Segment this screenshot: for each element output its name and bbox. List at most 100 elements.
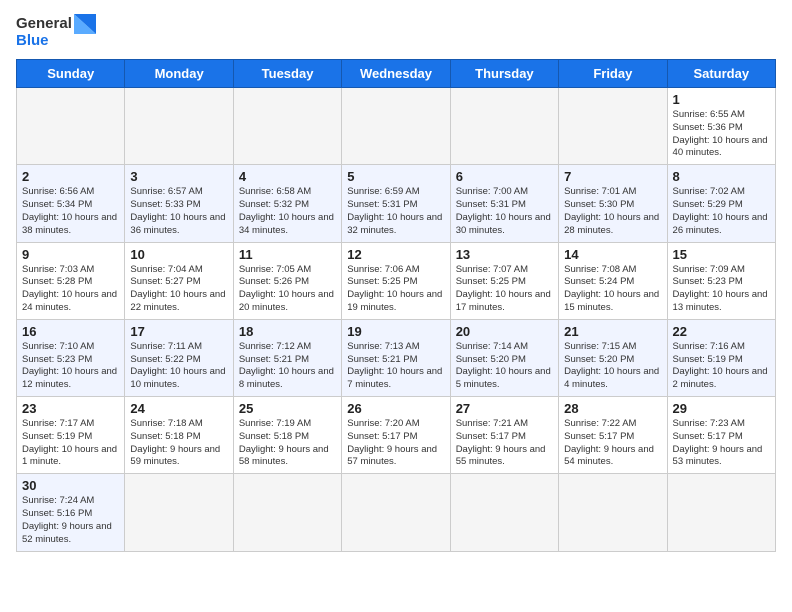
day-number: 21 [564, 324, 661, 339]
calendar-cell: 14Sunrise: 7:08 AM Sunset: 5:24 PM Dayli… [559, 242, 667, 319]
cell-text: Sunrise: 7:20 AM Sunset: 5:17 PM Dayligh… [347, 418, 444, 469]
cell-text: Sunrise: 7:15 AM Sunset: 5:20 PM Dayligh… [564, 341, 661, 392]
cell-text: Sunrise: 6:56 AM Sunset: 5:34 PM Dayligh… [22, 186, 119, 237]
calendar-cell: 7 Sunrise: 7:01 AM Sunset: 5:30 PM Daylig… [559, 165, 667, 242]
day-number: 12 [347, 247, 444, 262]
calendar-cell: 13 Sunrise: 7:07 AM Sunset: 5:25 PM Dayli… [450, 242, 558, 319]
calendar-cell [342, 474, 450, 551]
calendar-cell: 16 Sunrise: 7:10 AM Sunset: 5:23 PM Dayli… [17, 319, 125, 396]
cell-text: Sunrise: 6:58 AM Sunset: 5:32 PM Dayligh… [239, 186, 336, 237]
cell-text: Sunrise: 6:55 AM Sunset: 5:36 PM Dayligh… [673, 109, 770, 160]
day-number: 4 [239, 169, 336, 184]
day-number: 27 [456, 401, 553, 416]
cell-text: Sunrise: 7:05 AM Sunset: 5:26 PM Dayligh… [239, 264, 336, 315]
weekday-header-monday: Monday [125, 60, 233, 88]
calendar-cell: 28Sunrise: 7:22 AM Sunset: 5:17 PM Dayli… [559, 397, 667, 474]
day-number: 15 [673, 247, 770, 262]
calendar-cell: 4 Sunrise: 6:58 AM Sunset: 5:32 PM Daylig… [233, 165, 341, 242]
calendar-cell: 6 Sunrise: 7:00 AM Sunset: 5:31 PM Daylig… [450, 165, 558, 242]
day-number: 14 [564, 247, 661, 262]
calendar-cell [233, 88, 341, 165]
cell-text: Sunrise: 7:23 AM Sunset: 5:17 PM Dayligh… [673, 418, 770, 469]
day-number: 11 [239, 247, 336, 262]
day-number: 5 [347, 169, 444, 184]
day-number: 20 [456, 324, 553, 339]
day-number: 13 [456, 247, 553, 262]
calendar-cell: 9Sunrise: 7:03 AM Sunset: 5:28 PM Daylig… [17, 242, 125, 319]
day-number: 10 [130, 247, 227, 262]
day-number: 24 [130, 401, 227, 416]
calendar-week-row-4: 16 Sunrise: 7:10 AM Sunset: 5:23 PM Dayli… [17, 319, 776, 396]
calendar-week-row-6: 30Sunrise: 7:24 AM Sunset: 5:16 PM Dayli… [17, 474, 776, 551]
calendar-cell: 5 Sunrise: 6:59 AM Sunset: 5:31 PM Daylig… [342, 165, 450, 242]
calendar-cell: 8 Sunrise: 7:02 AM Sunset: 5:29 PM Daylig… [667, 165, 775, 242]
day-number: 7 [564, 169, 661, 184]
calendar-cell [17, 88, 125, 165]
calendar-cell: 2 Sunrise: 6:56 AM Sunset: 5:34 PM Daylig… [17, 165, 125, 242]
cell-text: Sunrise: 7:11 AM Sunset: 5:22 PM Dayligh… [130, 341, 227, 392]
day-number: 22 [673, 324, 770, 339]
calendar-cell: 24Sunrise: 7:18 AM Sunset: 5:18 PM Dayli… [125, 397, 233, 474]
logo: General Blue [16, 16, 96, 49]
cell-text: Sunrise: 7:03 AM Sunset: 5:28 PM Dayligh… [22, 264, 119, 315]
calendar-cell: 22 Sunrise: 7:16 AM Sunset: 5:19 PM Dayli… [667, 319, 775, 396]
cell-text: Sunrise: 7:21 AM Sunset: 5:17 PM Dayligh… [456, 418, 553, 469]
cell-text: Sunrise: 7:14 AM Sunset: 5:20 PM Dayligh… [456, 341, 553, 392]
calendar-week-row-2: 2 Sunrise: 6:56 AM Sunset: 5:34 PM Daylig… [17, 165, 776, 242]
calendar-header-row: SundayMondayTuesdayWednesdayThursdayFrid… [17, 60, 776, 88]
calendar-cell: 19Sunrise: 7:13 AM Sunset: 5:21 PM Dayli… [342, 319, 450, 396]
calendar-cell [559, 474, 667, 551]
day-number: 1 [673, 92, 770, 107]
calendar-cell: 20 Sunrise: 7:14 AM Sunset: 5:20 PM Dayli… [450, 319, 558, 396]
cell-text: Sunrise: 7:10 AM Sunset: 5:23 PM Dayligh… [22, 341, 119, 392]
day-number: 23 [22, 401, 119, 416]
calendar-cell: 3 Sunrise: 6:57 AM Sunset: 5:33 PM Daylig… [125, 165, 233, 242]
cell-text: Sunrise: 6:59 AM Sunset: 5:31 PM Dayligh… [347, 186, 444, 237]
day-number: 3 [130, 169, 227, 184]
cell-text: Sunrise: 7:04 AM Sunset: 5:27 PM Dayligh… [130, 264, 227, 315]
weekday-header-thursday: Thursday [450, 60, 558, 88]
cell-text: Sunrise: 7:01 AM Sunset: 5:30 PM Dayligh… [564, 186, 661, 237]
cell-text: Sunrise: 7:09 AM Sunset: 5:23 PM Dayligh… [673, 264, 770, 315]
weekday-header-saturday: Saturday [667, 60, 775, 88]
day-number: 8 [673, 169, 770, 184]
calendar-cell: 11 Sunrise: 7:05 AM Sunset: 5:26 PM Dayli… [233, 242, 341, 319]
cell-text: Sunrise: 7:02 AM Sunset: 5:29 PM Dayligh… [673, 186, 770, 237]
calendar-week-row-1: 1 Sunrise: 6:55 AM Sunset: 5:36 PM Daylig… [17, 88, 776, 165]
logo-blue-text: Blue [16, 33, 72, 50]
calendar-cell: 12 Sunrise: 7:06 AM Sunset: 5:25 PM Dayli… [342, 242, 450, 319]
weekday-header-wednesday: Wednesday [342, 60, 450, 88]
calendar-cell [125, 474, 233, 551]
page-container: General Blue SundayMondayTuesdayWednesda… [16, 16, 776, 552]
calendar-cell [125, 88, 233, 165]
cell-text: Sunrise: 7:19 AM Sunset: 5:18 PM Dayligh… [239, 418, 336, 469]
calendar-cell: 26Sunrise: 7:20 AM Sunset: 5:17 PM Dayli… [342, 397, 450, 474]
cell-text: Sunrise: 6:57 AM Sunset: 5:33 PM Dayligh… [130, 186, 227, 237]
day-number: 17 [130, 324, 227, 339]
cell-text: Sunrise: 7:06 AM Sunset: 5:25 PM Dayligh… [347, 264, 444, 315]
calendar-week-row-5: 23 Sunrise: 7:17 AM Sunset: 5:19 PM Dayli… [17, 397, 776, 474]
logo-chevron-icon [74, 14, 96, 42]
calendar-cell: 10 Sunrise: 7:04 AM Sunset: 5:27 PM Dayli… [125, 242, 233, 319]
calendar-cell [667, 474, 775, 551]
cell-text: Sunrise: 7:00 AM Sunset: 5:31 PM Dayligh… [456, 186, 553, 237]
calendar-cell [559, 88, 667, 165]
cell-text: Sunrise: 7:16 AM Sunset: 5:19 PM Dayligh… [673, 341, 770, 392]
cell-text: Sunrise: 7:22 AM Sunset: 5:17 PM Dayligh… [564, 418, 661, 469]
cell-text: Sunrise: 7:07 AM Sunset: 5:25 PM Dayligh… [456, 264, 553, 315]
cell-text: Sunrise: 7:17 AM Sunset: 5:19 PM Dayligh… [22, 418, 119, 469]
calendar-table: SundayMondayTuesdayWednesdayThursdayFrid… [16, 59, 776, 552]
calendar-cell: 27 Sunrise: 7:21 AM Sunset: 5:17 PM Dayli… [450, 397, 558, 474]
day-number: 2 [22, 169, 119, 184]
day-number: 25 [239, 401, 336, 416]
cell-text: Sunrise: 7:13 AM Sunset: 5:21 PM Dayligh… [347, 341, 444, 392]
weekday-header-friday: Friday [559, 60, 667, 88]
calendar-cell [342, 88, 450, 165]
calendar-cell: 30Sunrise: 7:24 AM Sunset: 5:16 PM Dayli… [17, 474, 125, 551]
day-number: 16 [22, 324, 119, 339]
calendar-cell: 18Sunrise: 7:12 AM Sunset: 5:21 PM Dayli… [233, 319, 341, 396]
calendar-cell: 25 Sunrise: 7:19 AM Sunset: 5:18 PM Dayli… [233, 397, 341, 474]
day-number: 6 [456, 169, 553, 184]
calendar-cell: 21 Sunrise: 7:15 AM Sunset: 5:20 PM Dayli… [559, 319, 667, 396]
weekday-header-sunday: Sunday [17, 60, 125, 88]
